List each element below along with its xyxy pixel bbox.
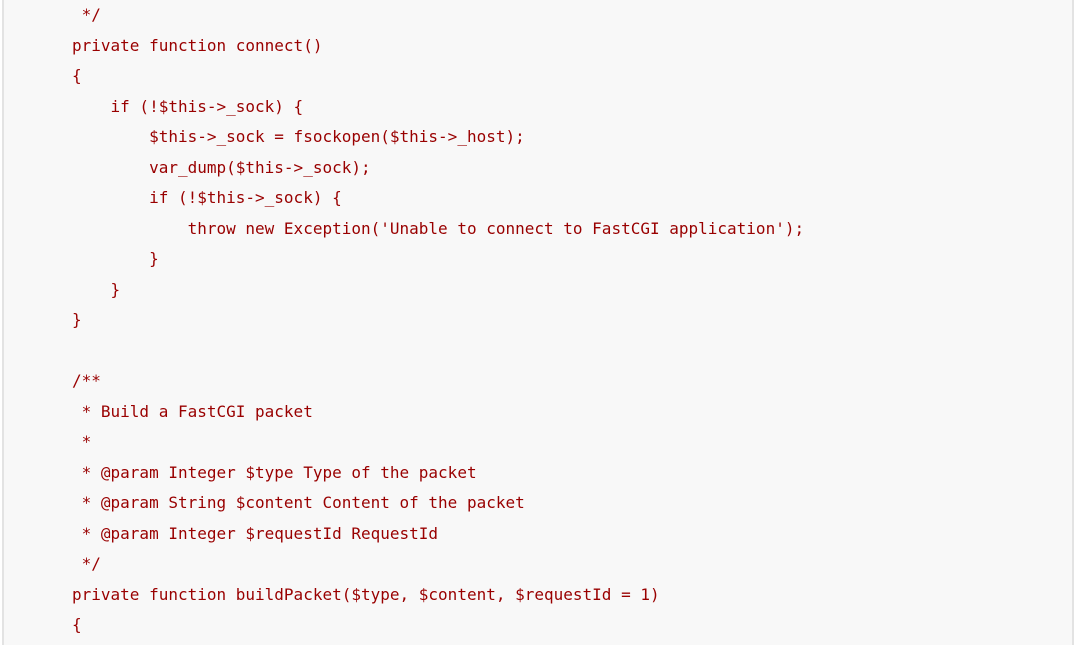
code-line: * @param String $content Content of the … bbox=[72, 493, 525, 512]
code-line: } bbox=[72, 249, 159, 268]
code-line: */ bbox=[72, 5, 101, 24]
code-line: { bbox=[72, 66, 82, 85]
code-line: private function connect() bbox=[72, 35, 323, 55]
code-line: throw new Exception('Unable to connect t… bbox=[72, 218, 805, 238]
code-line: } bbox=[72, 310, 82, 329]
code-line: * @param Integer $requestId RequestId bbox=[72, 523, 439, 543]
code-block: */ private function connect() { if (!$th… bbox=[72, 0, 804, 641]
code-line: if (!$this->_sock) { bbox=[72, 96, 304, 116]
code-line: $this->_sock = fsockopen($this->_host); bbox=[72, 127, 525, 146]
code-viewer: */ private function connect() { if (!$th… bbox=[2, 0, 1074, 645]
code-line: * Build a FastCGI packet bbox=[72, 401, 313, 421]
code-line: private function buildPacket($type, $con… bbox=[72, 584, 660, 604]
code-line: /** bbox=[72, 371, 101, 390]
code-line: { bbox=[72, 615, 82, 634]
code-line: if (!$this->_sock) { bbox=[72, 188, 342, 207]
code-line: */ bbox=[72, 554, 101, 573]
code-line: } bbox=[72, 279, 121, 299]
code-line: * bbox=[72, 432, 92, 451]
code-line: var_dump($this->_sock); bbox=[72, 157, 371, 177]
code-line: * @param Integer $type Type of the packe… bbox=[72, 462, 477, 482]
